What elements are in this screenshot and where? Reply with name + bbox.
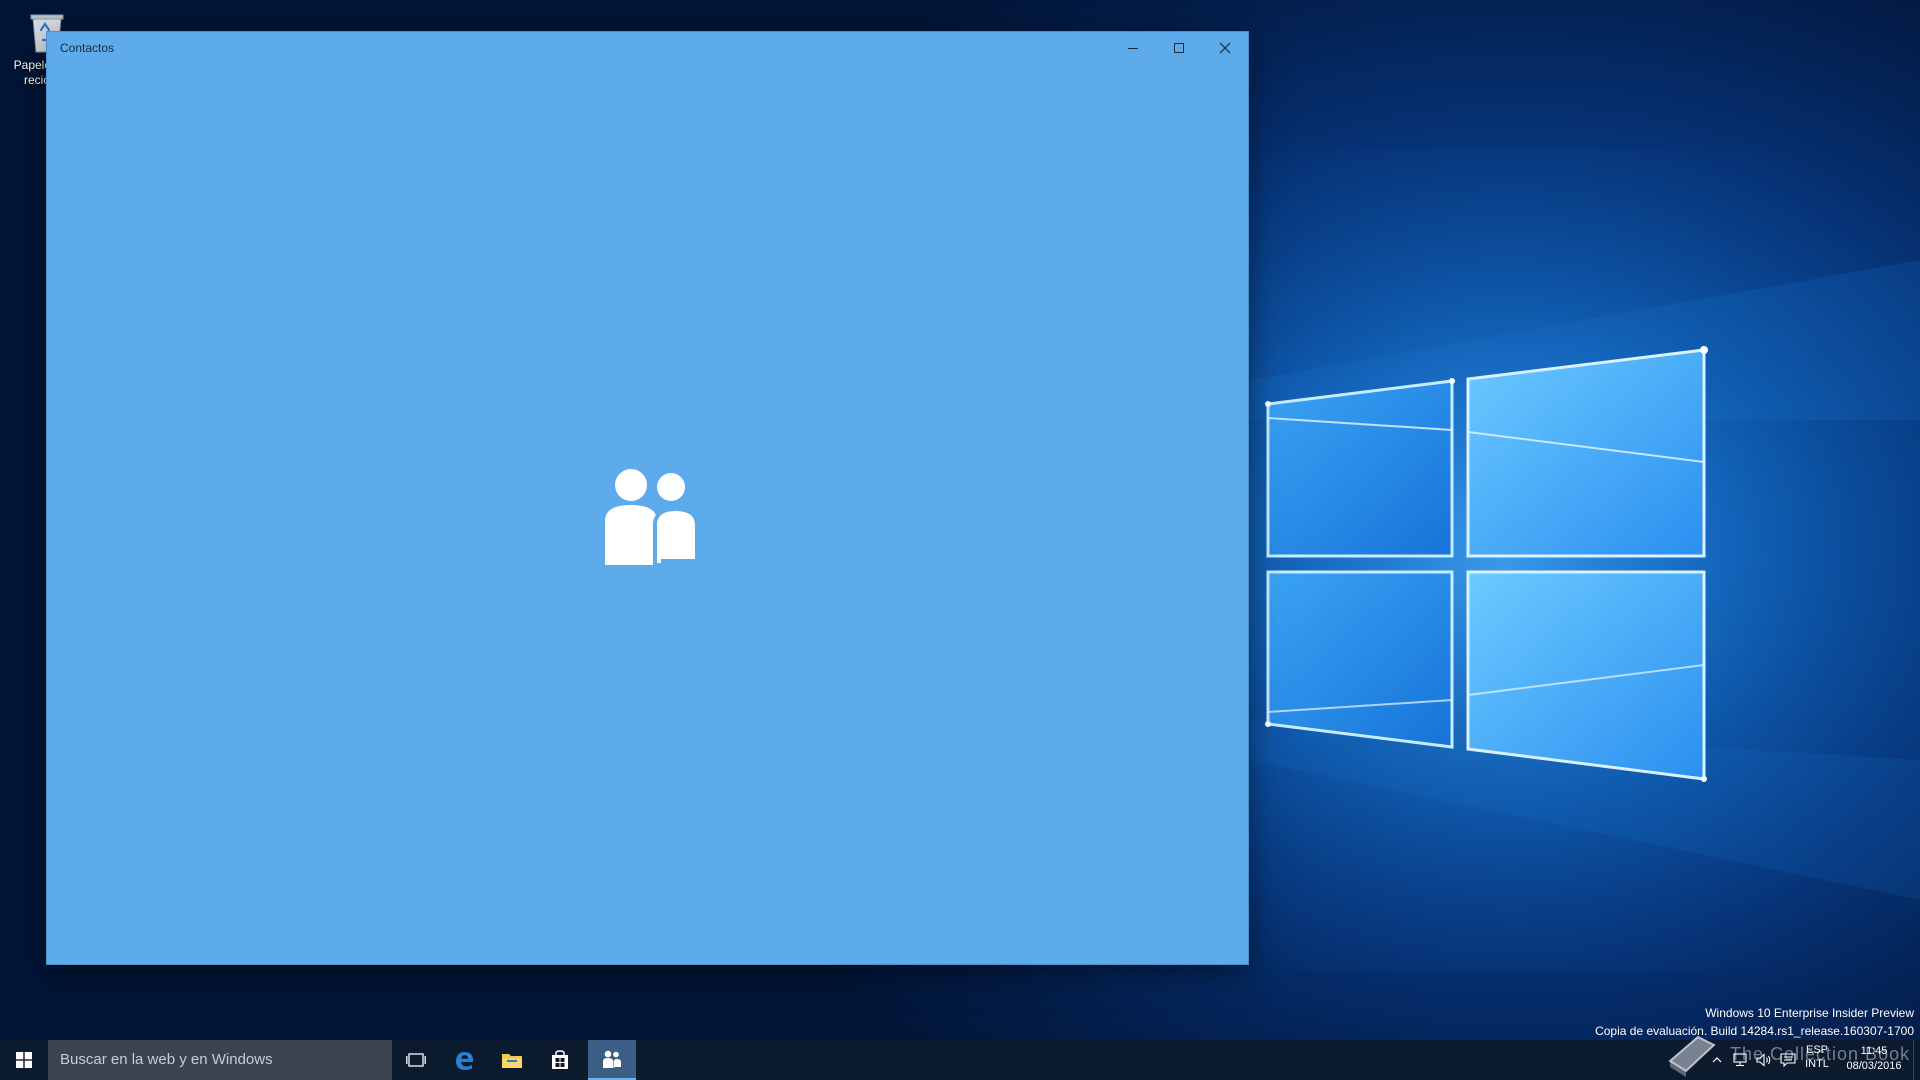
show-desktop-button[interactable] xyxy=(1913,1040,1920,1080)
volume-button[interactable] xyxy=(1752,1040,1776,1080)
language-code: ESP xyxy=(1805,1044,1828,1056)
clock-button[interactable]: 11:45 08/03/2016 xyxy=(1836,1044,1912,1074)
minimize-icon xyxy=(1128,48,1138,49)
contacts-window[interactable]: Contactos xyxy=(47,32,1248,964)
network-icon xyxy=(1733,1053,1747,1067)
keyboard-layout: INTL xyxy=(1805,1058,1829,1070)
system-tray: ESP INTL 11:45 08/03/2016 xyxy=(0,1040,1920,1080)
network-button[interactable] xyxy=(1728,1040,1752,1080)
maximize-button[interactable] xyxy=(1156,32,1202,64)
notification-icon xyxy=(1780,1053,1796,1067)
chevron-up-icon xyxy=(1712,1057,1722,1063)
evaluation-watermark: Windows 10 Enterprise Insider Preview Co… xyxy=(1595,1004,1914,1040)
window-title: Contactos xyxy=(60,41,115,55)
minimize-button[interactable] xyxy=(1110,32,1156,64)
watermark-build: Copia de evaluación. Build 14284.rs1_rel… xyxy=(1595,1024,1914,1038)
input-language-button[interactable]: ESP INTL xyxy=(1800,1043,1834,1077)
desktop: Papelera de reciclaje Contactos Windows … xyxy=(0,0,1920,1080)
show-hidden-icons-button[interactable] xyxy=(1706,1040,1728,1080)
close-icon xyxy=(1219,42,1231,54)
maximize-icon xyxy=(1174,43,1184,53)
clock-date: 08/03/2016 xyxy=(1846,1060,1902,1072)
close-button[interactable] xyxy=(1202,32,1248,64)
clock-time: 11:45 xyxy=(1860,1045,1888,1057)
action-center-button[interactable] xyxy=(1776,1040,1800,1080)
speaker-icon xyxy=(1756,1053,1771,1067)
title-bar[interactable]: Contactos xyxy=(47,32,1248,64)
watermark-edition: Windows 10 Enterprise Insider Preview xyxy=(1705,1006,1914,1020)
people-icon xyxy=(605,469,699,565)
